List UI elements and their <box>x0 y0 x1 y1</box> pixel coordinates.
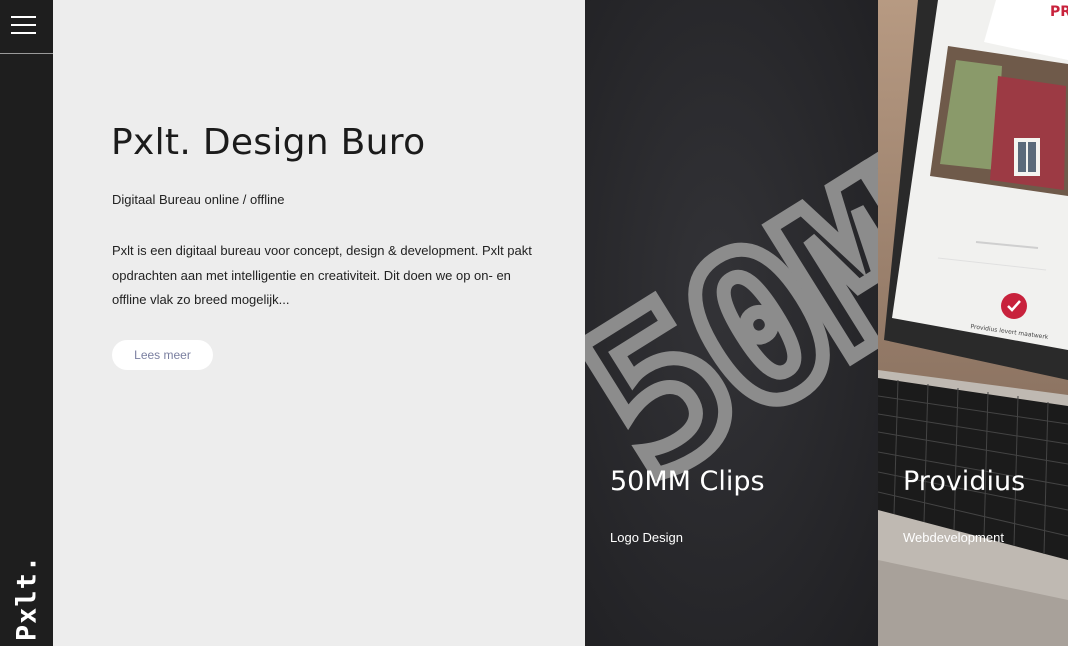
intro-description-line: offline vlak zo breed mogelijk... <box>112 292 290 307</box>
project-image-providius: PR Providius levert maatwerk <box>878 0 1068 646</box>
project-category: Webdevelopment <box>903 530 1004 545</box>
page-title: Pxlt. Design Buro <box>111 122 426 163</box>
brand-logo[interactable]: Pxlt. <box>2 554 52 642</box>
intro-subtitle: Digitaal Bureau online / offline <box>112 192 285 207</box>
hamburger-icon-bar <box>11 24 36 26</box>
intro-panel: Pxlt. Design Buro Digitaal Bureau online… <box>53 0 585 646</box>
hamburger-menu-button[interactable] <box>0 0 53 54</box>
hamburger-icon-bar <box>11 32 36 34</box>
project-card-50mm-clips[interactable]: 50MM 50MM Clips Logo Design <box>585 0 878 646</box>
intro-description: Pxlt is een digitaal bureau voor concept… <box>112 239 532 313</box>
project-card-providius[interactable]: PR Providius levert maatwerk Providius W… <box>878 0 1068 646</box>
intro-description-line: Pxlt is een digitaal bureau voor concept… <box>112 243 532 258</box>
project-image-50mm: 50MM <box>585 0 878 646</box>
brand-logo-text: Pxlt. <box>11 554 43 642</box>
project-title: Providius <box>903 466 1026 497</box>
hamburger-icon-bar <box>11 16 36 18</box>
read-more-button[interactable]: Lees meer <box>112 340 213 370</box>
project-category: Logo Design <box>610 530 683 545</box>
intro-description-line: opdrachten aan met intelligentie en crea… <box>112 267 511 283</box>
sidebar: Pxlt. <box>0 0 53 646</box>
project-title: 50MM Clips <box>610 466 765 497</box>
screen-logo-text: PR <box>1050 4 1068 20</box>
